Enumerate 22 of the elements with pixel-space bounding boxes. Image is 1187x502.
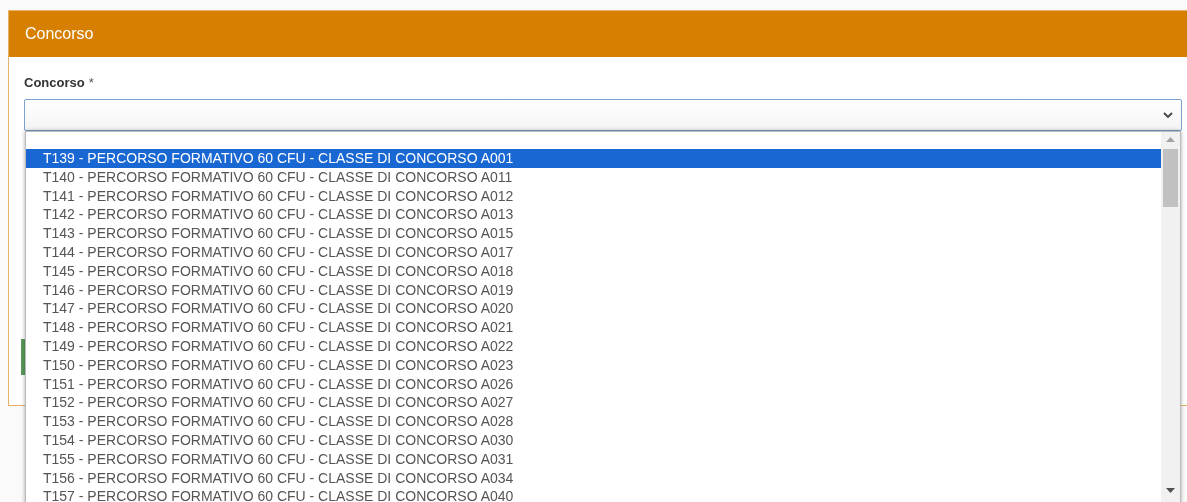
dropdown-option[interactable]: T149 - PERCORSO FORMATIVO 60 CFU - CLASSE DI CONCORSO A022 — [26, 336, 1161, 356]
dropdown-option[interactable]: T155 - PERCORSO FORMATIVO 60 CFU - CLASSE DI CONCORSO A031 — [26, 449, 1161, 469]
panel-title: Concorso — [25, 24, 94, 44]
dropdown-option[interactable]: T154 - PERCORSO FORMATIVO 60 CFU - CLASSE DI CONCORSO A030 — [26, 430, 1161, 450]
dropdown-option[interactable]: T151 - PERCORSO FORMATIVO 60 CFU - CLASSE DI CONCORSO A026 — [26, 374, 1161, 394]
required-mark: * — [88, 74, 94, 92]
dropdown-option[interactable]: T150 - PERCORSO FORMATIVO 60 CFU - CLASSE DI CONCORSO A023 — [26, 355, 1161, 375]
dropdown-option[interactable]: T145 - PERCORSO FORMATIVO 60 CFU - CLASSE DI CONCORSO A018 — [26, 261, 1161, 281]
dropdown-option[interactable]: T143 - PERCORSO FORMATIVO 60 CFU - CLASSE DI CONCORSO A015 — [26, 224, 1161, 243]
dropdown-option[interactable]: T156 - PERCORSO FORMATIVO 60 CFU - CLASSE DI CONCORSO A034 — [26, 468, 1161, 488]
dropdown-option[interactable]: T146 - PERCORSO FORMATIVO 60 CFU - CLASSE DI CONCORSO A019 — [26, 280, 1161, 300]
dropdown-option[interactable]: T142 - PERCORSO FORMATIVO 60 CFU - CLASSE DI CONCORSO A013 — [26, 205, 1161, 225]
dropdown-option[interactable]: T157 - PERCORSO FORMATIVO 60 CFU - CLASSE DI CONCORSO A040 — [26, 487, 1161, 502]
dropdown-option[interactable]: T141 - PERCORSO FORMATIVO 60 CFU - CLASSE DI CONCORSO A012 — [26, 186, 1161, 206]
dropdown-option[interactable]: T140 - PERCORSO FORMATIVO 60 CFU - CLASSE DI CONCORSO A011 — [26, 167, 1161, 187]
dropdown-option[interactable]: T148 - PERCORSO FORMATIVO 60 CFU - CLASSE DI CONCORSO A021 — [26, 318, 1161, 337]
dropdown-option[interactable]: T152 - PERCORSO FORMATIVO 60 CFU - CLASSE DI CONCORSO A027 — [26, 393, 1161, 413]
field-label: Concorso — [24, 74, 85, 92]
dropdown-option[interactable]: T153 - PERCORSO FORMATIVO 60 CFU - CLASSE DI CONCORSO A028 — [26, 412, 1161, 431]
dropdown-option[interactable]: T147 - PERCORSO FORMATIVO 60 CFU - CLASSE DI CONCORSO A020 — [26, 299, 1161, 319]
dropdown-option[interactable]: T139 - PERCORSO FORMATIVO 60 CFU - CLASSE DI CONCORSO A001 — [26, 149, 1161, 168]
dropdown-option[interactable]: T144 - PERCORSO FORMATIVO 60 CFU - CLASSE DI CONCORSO A017 — [26, 243, 1161, 262]
